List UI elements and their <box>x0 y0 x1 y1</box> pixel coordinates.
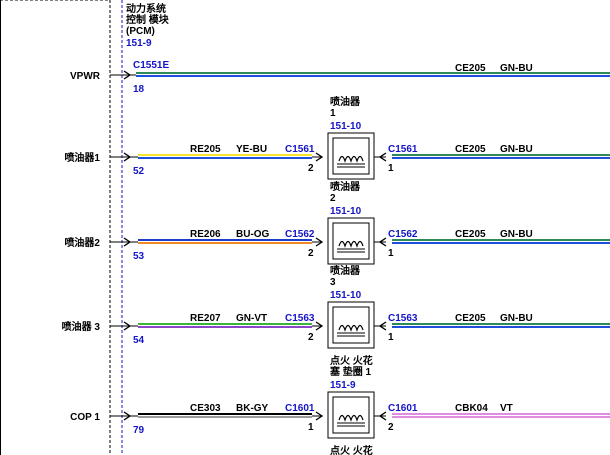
wire-color-label: BK-GY <box>236 403 269 414</box>
injector-component: 喷油器1 151-10 <box>327 95 375 180</box>
connector-label: C1561 <box>388 144 418 155</box>
connector-pin-number: 1 <box>388 332 394 343</box>
wire-color-label: VT <box>500 403 513 414</box>
signal-row: VPWR 18 C1551E CE205 GN-BU <box>70 60 610 95</box>
pcm-pin-number: 79 <box>133 425 145 436</box>
wire-left <box>138 323 312 328</box>
partial-component-label: 点火 火花 <box>330 444 373 455</box>
connector-pin-number: 2 <box>388 422 394 433</box>
pcm-pin-number: 54 <box>133 335 145 346</box>
module-ref: 151-9 <box>126 38 152 49</box>
connector-pin-number: 1 <box>308 422 314 433</box>
pcm-pin-number: 18 <box>133 84 145 95</box>
component-name-line-1: 点火 火花 <box>330 354 373 367</box>
circuit-label: CE205 <box>455 313 486 324</box>
component-name-line-2: 3 <box>330 277 336 288</box>
circuit-label: CE205 <box>455 144 486 155</box>
signal-rows: VPWR18C1551E CE205 GN-BU喷油器152RE205 YE-BU C1… <box>62 60 610 439</box>
wire-color-label: GN-BU <box>500 63 533 74</box>
wire-left <box>138 154 312 159</box>
circuit-label: RE205 <box>190 144 221 155</box>
connector-pin-number: 2 <box>308 248 314 259</box>
signal-name: 喷油器2 <box>64 236 100 249</box>
wire-right <box>392 323 610 328</box>
circuit-label: CE205 <box>455 229 486 240</box>
signal-row: 喷油器 3 54 RE207 GN-VT C1563 2 喷油器3 151-10 C1563 1 C… <box>62 264 610 349</box>
wire-right <box>392 154 610 159</box>
connector-label: C1561 <box>285 144 315 155</box>
wire-left <box>138 239 312 244</box>
signal-row: COP 1 79 CE303 BK-GY C1601 1 点火 火花塞 垫圈 1 151-9 C… <box>70 354 610 439</box>
wire-color-label: GN-VT <box>236 313 267 324</box>
injector-component: 点火 火花塞 垫圈 1 151-9 <box>327 354 375 439</box>
connector-pin-number: 2 <box>308 332 314 343</box>
signal-name: 喷油器1 <box>64 151 100 164</box>
wiring-diagram: 动力系统 控制 模块 (PCM) 151-9 VPWR 18 C1551E CE205… <box>0 0 610 455</box>
component-name-line-2: 塞 垫圈 1 <box>330 365 372 378</box>
injector-component: 喷油器2 151-10 <box>327 180 375 265</box>
module-title-line-1: 动力系统 <box>126 2 166 15</box>
component-name-line-1: 喷油器 <box>330 95 361 108</box>
wire-color-label: GN-BU <box>500 229 533 240</box>
connector-label: C1551E <box>133 60 169 71</box>
wire-color-label: YE-BU <box>236 144 267 155</box>
connector-label: C1562 <box>285 229 315 240</box>
module-title: 动力系统 控制 模块 (PCM) 151-9 <box>126 2 170 49</box>
pcm-pin-number: 53 <box>133 251 145 262</box>
component-ref: 151-10 <box>330 290 362 301</box>
signal-row: 喷油器152RE205 YE-BU C15612喷油器1151-10C15611CE… <box>64 95 610 180</box>
component-name-line-1: 喷油器 <box>330 180 361 193</box>
wire-color-label: GN-BU <box>500 144 533 155</box>
component-ref: 151-9 <box>330 380 356 391</box>
connector-label: C1601 <box>285 403 315 414</box>
component-name-line-1: 喷油器 <box>330 264 361 277</box>
wire-right <box>136 72 610 77</box>
component-name-line-2: 1 <box>330 108 336 119</box>
module-title-line-3: (PCM) <box>126 26 155 37</box>
connector-pin-number: 2 <box>308 163 314 174</box>
wire-right <box>392 239 610 244</box>
signal-name: COP 1 <box>70 412 100 423</box>
component-ref: 151-10 <box>330 206 362 217</box>
signal-name: VPWR <box>70 71 101 82</box>
pcm-module <box>0 0 123 455</box>
circuit-label: CE205 <box>455 63 486 74</box>
connector-label: C1562 <box>388 229 418 240</box>
pcm-pin-number: 52 <box>133 166 145 177</box>
circuit-label: CBK04 <box>455 403 488 414</box>
wire-right <box>392 413 610 418</box>
circuit-label: RE206 <box>190 229 221 240</box>
connector-label: C1563 <box>285 313 315 324</box>
component-ref: 151-10 <box>330 121 362 132</box>
circuit-label: CE303 <box>190 403 221 414</box>
signal-row: 喷油器253RE206 BU-OG C15622喷油器2151-10C15621CE… <box>64 180 610 265</box>
wire-left <box>138 413 312 418</box>
injector-component: 喷油器3 151-10 <box>327 264 375 349</box>
wire-color-label: GN-BU <box>500 313 533 324</box>
connector-pin-number: 1 <box>388 248 394 259</box>
wire-color-label: BU-OG <box>236 229 270 240</box>
connector-label: C1563 <box>388 313 418 324</box>
module-title-line-2: 控制 模块 <box>126 13 170 26</box>
signal-name: 喷油器 3 <box>62 320 101 333</box>
connector-label: C1601 <box>388 403 418 414</box>
circuit-label: RE207 <box>190 313 221 324</box>
connector-pin-number: 1 <box>388 163 394 174</box>
component-name-line-2: 2 <box>330 193 336 204</box>
